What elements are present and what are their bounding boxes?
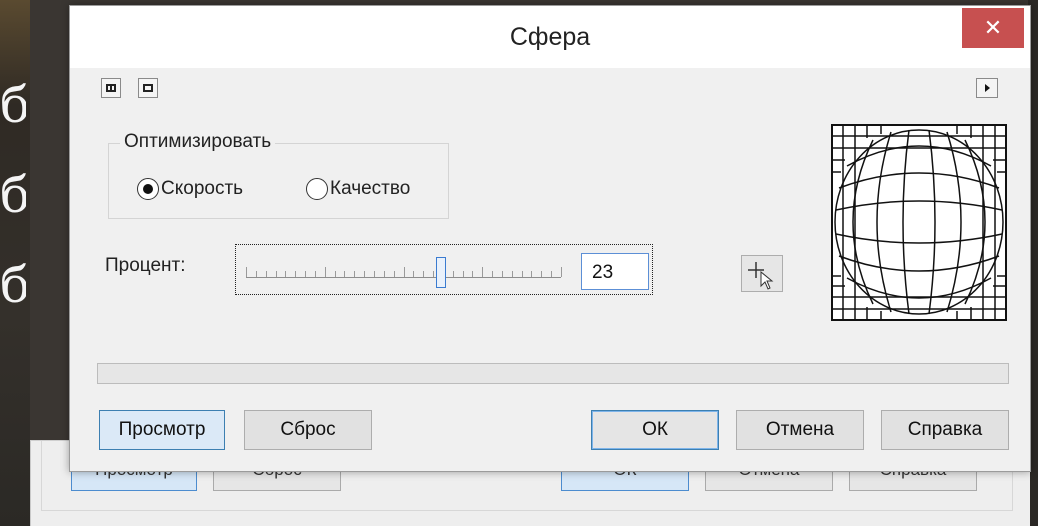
slider-tick: [266, 271, 267, 277]
single-view-button[interactable]: [138, 78, 158, 98]
slider-tick: [256, 271, 257, 277]
title-bar[interactable]: Сфера ✕: [70, 6, 1030, 68]
radio-speed-indicator[interactable]: [137, 178, 159, 200]
dialog-title: Сфера: [509, 23, 591, 51]
close-button[interactable]: ✕: [962, 8, 1024, 48]
slider-tick: [492, 271, 493, 277]
spherize-dialog: Сфера ✕ Оптимизировать Скорость Качество…: [69, 5, 1031, 472]
slider-tick: [246, 267, 247, 277]
slider-tick: [335, 271, 336, 277]
radio-quality-label: Качество: [330, 178, 411, 199]
optimize-legend: Оптимизировать: [120, 131, 276, 153]
slider-track-line: [246, 277, 561, 278]
slider-tick: [433, 271, 434, 277]
slider-tick: [541, 271, 542, 277]
radio-quality[interactable]: Качество: [306, 177, 446, 205]
slider-tick: [364, 271, 365, 277]
slider-tick: [305, 271, 306, 277]
pick-center-button[interactable]: [741, 255, 783, 292]
sphere-preview[interactable]: [831, 124, 1007, 321]
slider-tick: [423, 271, 424, 277]
slider-tick: [453, 271, 454, 277]
slider-tick: [482, 267, 483, 277]
progress-bar: [97, 363, 1009, 384]
slider-tick: [404, 267, 405, 277]
slider-tick: [285, 271, 286, 277]
cancel-button[interactable]: Отмена: [736, 410, 864, 450]
radio-quality-indicator[interactable]: [306, 178, 328, 200]
slider-tick: [276, 271, 277, 277]
slider-tick: [502, 271, 503, 277]
reset-button[interactable]: Сброс: [244, 410, 372, 450]
split-view-button[interactable]: [101, 78, 121, 98]
crosshair-cursor-icon: [748, 262, 774, 290]
slider-tick: [512, 271, 513, 277]
slider-tick: [463, 271, 464, 277]
split-view-icon: [106, 84, 116, 92]
radio-speed[interactable]: Скорость: [137, 177, 277, 205]
slider-tick: [325, 267, 326, 277]
percent-slider-group: 23: [235, 244, 653, 295]
ok-button[interactable]: ОК: [591, 410, 719, 450]
slider-tick: [551, 271, 552, 277]
triangle-right-icon: [985, 84, 990, 92]
single-view-icon: [143, 84, 153, 92]
slider-thumb[interactable]: [436, 257, 446, 288]
slider-tick: [344, 271, 345, 277]
expand-menu-button[interactable]: [976, 78, 998, 98]
slider-tick: [472, 271, 473, 277]
sphere-grid-preview: [833, 126, 1005, 319]
slider-tick: [531, 271, 532, 277]
percent-slider[interactable]: [246, 267, 562, 279]
slider-tick: [413, 271, 414, 277]
slider-tick: [394, 271, 395, 277]
radio-speed-label: Скорость: [161, 178, 244, 199]
percent-label: Процент:: [105, 255, 186, 276]
slider-tick: [354, 271, 355, 277]
slider-tick: [522, 271, 523, 277]
background-text: б б б: [0, 76, 26, 314]
preview-button[interactable]: Просмотр: [99, 410, 225, 450]
close-icon: ✕: [983, 15, 1003, 40]
percent-value-input[interactable]: 23: [581, 253, 649, 290]
slider-tick: [384, 271, 385, 277]
slider-tick: [561, 267, 562, 277]
slider-tick: [374, 271, 375, 277]
slider-tick: [315, 271, 316, 277]
slider-tick: [295, 271, 296, 277]
help-button[interactable]: Справка: [881, 410, 1009, 450]
